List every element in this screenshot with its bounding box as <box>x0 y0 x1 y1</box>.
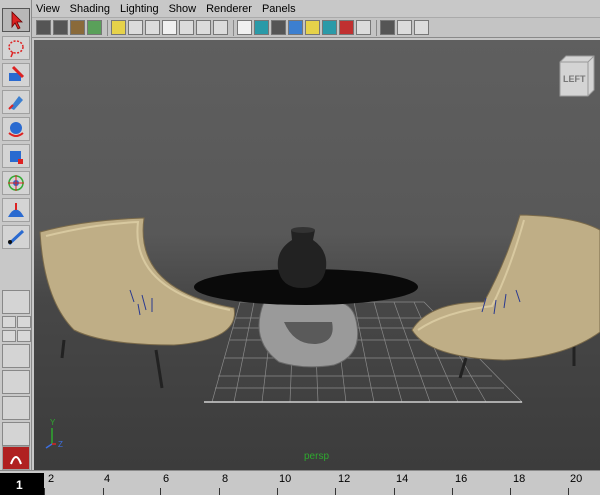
bookmarks-icon[interactable] <box>70 20 85 35</box>
perspective-viewport[interactable]: LEFT Y Z persp <box>34 40 600 470</box>
select-tool-icon[interactable] <box>2 8 30 32</box>
timeline-tick-label: 18 <box>513 473 526 485</box>
toolbox <box>0 0 32 470</box>
timeline-tick <box>394 488 395 495</box>
safe-action-icon[interactable] <box>196 20 211 35</box>
menu-view[interactable]: View <box>36 3 60 15</box>
menu-shading[interactable]: Shading <box>70 3 110 15</box>
timeline-tick <box>510 488 511 495</box>
menu-show[interactable]: Show <box>169 3 197 15</box>
select-camera-icon[interactable] <box>36 20 51 35</box>
menu-panels[interactable]: Panels <box>262 3 296 15</box>
timeline-tick <box>160 488 161 495</box>
vase <box>277 230 327 288</box>
viewport-panel: View Shading Lighting Show Renderer Pane… <box>32 0 600 470</box>
scale-tool-icon[interactable] <box>2 144 30 168</box>
grid-icon[interactable] <box>111 20 126 35</box>
scene-render <box>39 214 600 403</box>
single-pane-layout-icon[interactable] <box>2 290 30 314</box>
render-icon[interactable] <box>2 446 30 470</box>
timeline-tick <box>277 488 278 495</box>
timeline-tick <box>568 488 569 495</box>
timeline-tick-label: 20 <box>570 473 583 485</box>
image-plane-icon[interactable] <box>87 20 102 35</box>
panel-toolbar <box>32 18 600 38</box>
gate-mask-icon[interactable] <box>162 20 177 35</box>
paint-select-tool-icon[interactable] <box>2 63 30 87</box>
time-slider[interactable]: 1 2 4 6 8 10 12 14 16 18 20 <box>0 470 600 495</box>
layout-persp-graph-icon[interactable] <box>2 344 30 368</box>
layout-side-by-side-icon[interactable] <box>17 330 31 342</box>
shadows-icon[interactable] <box>322 20 337 35</box>
layout-persp-outliner-icon[interactable] <box>2 396 30 420</box>
timeline-tick-label: 10 <box>279 473 292 485</box>
layout-graph-editor-icon[interactable] <box>2 422 30 446</box>
maya-window: View Shading Lighting Show Renderer Pane… <box>0 0 600 495</box>
rotate-tool-icon[interactable] <box>2 117 30 141</box>
panel-menu-bar: View Shading Lighting Show Renderer Pane… <box>32 0 600 18</box>
lasso-tool-icon[interactable] <box>2 36 30 60</box>
layout-perspective-icon[interactable] <box>17 316 31 328</box>
field-chart-icon[interactable] <box>179 20 194 35</box>
layout-four-view-icon[interactable] <box>2 316 16 328</box>
timeline-tick-label: 12 <box>338 473 351 485</box>
hud-icon[interactable] <box>397 20 412 35</box>
layout-hypershade-icon[interactable] <box>2 370 30 394</box>
wireframe-on-shaded-icon[interactable] <box>271 20 286 35</box>
textured-icon[interactable] <box>288 20 303 35</box>
axis-z-label: Z <box>58 440 63 449</box>
viewcube-face-label: LEFT <box>563 74 586 84</box>
axis-y-label: Y <box>50 418 56 427</box>
chair-left <box>39 217 235 389</box>
camera-name-label: persp <box>304 451 330 462</box>
isolate-select-icon[interactable] <box>356 20 371 35</box>
chair-right <box>411 214 600 379</box>
use-all-lights-icon[interactable] <box>305 20 320 35</box>
ambient-occlusion-icon[interactable] <box>414 20 429 35</box>
timeline-tick-label: 8 <box>222 473 229 485</box>
camera-attributes-icon[interactable] <box>53 20 68 35</box>
universal-manipulator-icon[interactable] <box>2 171 30 195</box>
safe-title-icon[interactable] <box>213 20 228 35</box>
current-frame-indicator[interactable]: 1 <box>0 473 44 495</box>
layout-outliner-icon[interactable] <box>2 330 16 342</box>
film-gate-icon[interactable] <box>128 20 143 35</box>
menu-lighting[interactable]: Lighting <box>120 3 159 15</box>
viewcube[interactable]: LEFT <box>556 54 596 98</box>
menu-renderer[interactable]: Renderer <box>206 3 252 15</box>
timeline-tick-label: 16 <box>455 473 468 485</box>
smooth-shade-icon[interactable] <box>254 20 269 35</box>
resolution-gate-icon[interactable] <box>145 20 160 35</box>
soft-modification-tool-icon[interactable] <box>2 198 30 222</box>
axis-indicator: Y Z <box>44 418 74 450</box>
wireframe-icon[interactable] <box>237 20 252 35</box>
timeline-tick <box>335 488 336 495</box>
timeline-tick-label: 4 <box>104 473 111 485</box>
timeline-tick <box>452 488 453 495</box>
timeline-tick <box>44 488 45 495</box>
show-manipulator-tool-icon[interactable] <box>2 225 30 249</box>
timeline-tick-label: 14 <box>396 473 409 485</box>
move-tool-icon[interactable] <box>2 90 30 114</box>
timeline-tick <box>103 488 104 495</box>
timeline-tick-label: 2 <box>48 473 55 485</box>
timeline-tick <box>219 488 220 495</box>
high-quality-icon[interactable] <box>380 20 395 35</box>
timeline-tick-label: 6 <box>163 473 170 485</box>
xray-icon[interactable] <box>339 20 354 35</box>
